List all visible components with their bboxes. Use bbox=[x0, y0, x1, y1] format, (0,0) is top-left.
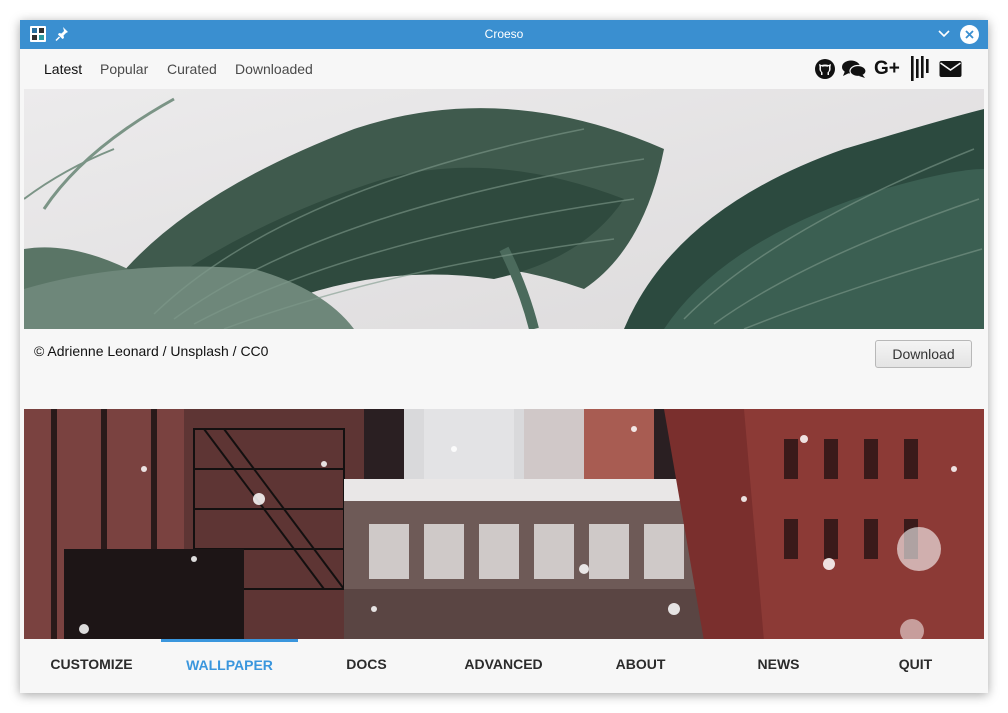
wallpaper-image-palm[interactable] bbox=[24, 89, 984, 329]
minimize-chevron-icon[interactable] bbox=[936, 27, 952, 41]
tab-popular[interactable]: Popular bbox=[100, 49, 148, 89]
photo-credit: © Adrienne Leonard / Unsplash / CC0 bbox=[34, 343, 269, 359]
chat-icon[interactable] bbox=[841, 58, 867, 80]
nav-wallpaper[interactable]: WALLPAPER bbox=[161, 639, 298, 693]
tab-curated[interactable]: Curated bbox=[167, 49, 217, 89]
nav-customize[interactable]: CUSTOMIZE bbox=[23, 639, 160, 693]
wallpaper-caption: © Adrienne Leonard / Unsplash / CC0 Down… bbox=[24, 329, 984, 409]
github-icon[interactable] bbox=[814, 58, 836, 80]
nav-quit[interactable]: QUIT bbox=[847, 639, 984, 693]
wallpaper-feed[interactable]: © Adrienne Leonard / Unsplash / CC0 Down… bbox=[24, 89, 984, 639]
top-tab-bar: Latest Popular Curated Downloaded G+ bbox=[20, 49, 988, 89]
nav-advanced[interactable]: ADVANCED bbox=[435, 639, 572, 693]
title-bar[interactable]: Croeso bbox=[20, 20, 988, 49]
close-icon bbox=[965, 30, 974, 39]
app-window: Croeso Latest Popular Curated Downloaded… bbox=[20, 20, 988, 693]
google-plus-icon[interactable]: G+ bbox=[874, 58, 900, 80]
snowy-street-photo bbox=[24, 409, 984, 639]
mail-icon[interactable] bbox=[939, 58, 962, 80]
window-title: Croeso bbox=[484, 27, 524, 41]
download-button[interactable]: Download bbox=[875, 340, 972, 368]
tab-downloaded[interactable]: Downloaded bbox=[235, 49, 313, 89]
nav-news[interactable]: NEWS bbox=[710, 639, 847, 693]
close-button[interactable] bbox=[960, 25, 979, 44]
tab-latest[interactable]: Latest bbox=[44, 49, 82, 89]
palm-leaf-photo bbox=[24, 89, 984, 329]
bottom-nav: CUSTOMIZE WALLPAPER DOCS ADVANCED ABOUT … bbox=[20, 639, 988, 693]
nav-docs[interactable]: DOCS bbox=[298, 639, 435, 693]
vk-icon[interactable] bbox=[910, 55, 932, 82]
wallpaper-image-street[interactable] bbox=[24, 409, 984, 639]
nav-about[interactable]: ABOUT bbox=[572, 639, 709, 693]
